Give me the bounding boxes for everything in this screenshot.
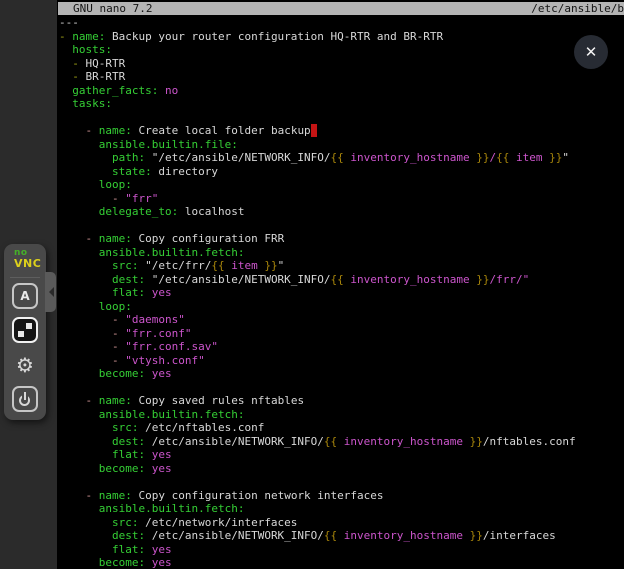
code-line: - "frr.conf.sav" [59, 340, 624, 354]
collapse-arrow-icon [49, 287, 54, 297]
code-line: gather_facts: no [59, 84, 624, 98]
code-line: - "daemons" [59, 313, 624, 327]
file-path: /etc/ansible/b [531, 2, 624, 15]
fullscreen-button[interactable] [12, 317, 38, 343]
code-line: flat: yes [59, 286, 624, 300]
code-line: - "frr" [59, 192, 624, 206]
code-line: loop: [59, 300, 624, 314]
power-icon [18, 392, 33, 407]
code-line: ansible.builtin.fetch: [59, 408, 624, 422]
code-line: dest: "/etc/ansible/NETWORK_INFO/{{ inve… [59, 273, 624, 287]
code-line: - name: Create local folder backup [59, 124, 624, 138]
code-line: ansible.builtin.file: [59, 138, 624, 152]
gear-icon: ⚙ [16, 355, 34, 375]
code-line: hosts: [59, 43, 624, 57]
novnc-control-bar: no VNC A ⚙ [4, 244, 46, 420]
code-line: delegate_to: localhost [59, 205, 624, 219]
code-line: dest: /etc/ansible/NETWORK_INFO/{{ inven… [59, 435, 624, 449]
code-line: path: "/etc/ansible/NETWORK_INFO/{{ inve… [59, 151, 624, 165]
text-cursor [311, 124, 318, 137]
code-line: src: /etc/network/interfaces [59, 516, 624, 530]
fullscreen-icon [18, 323, 32, 337]
code-line: - HQ-RTR [59, 57, 624, 71]
sidebar-strip: no VNC A ⚙ [0, 0, 57, 569]
close-icon: ✕ [585, 43, 598, 61]
code-line: become: yes [59, 462, 624, 476]
a-keycap-icon: A [20, 290, 29, 302]
code-line [59, 219, 624, 233]
control-bar-divider [10, 277, 40, 278]
code-line: flat: yes [59, 543, 624, 557]
code-line: tasks: [59, 97, 624, 111]
close-button[interactable]: ✕ [574, 35, 608, 69]
code-line: - "frr.conf" [59, 327, 624, 341]
code-line: become: yes [59, 367, 624, 381]
code-line [59, 111, 624, 125]
novnc-logo: no VNC [14, 249, 41, 269]
code-line: - name: Backup your router configuration… [59, 30, 624, 44]
code-line: - BR-RTR [59, 70, 624, 84]
code-line: flat: yes [59, 448, 624, 462]
novnc-logo-bottom: VNC [14, 258, 41, 269]
code-line: ansible.builtin.fetch: [59, 502, 624, 516]
code-line: - "vtysh.conf" [59, 354, 624, 368]
control-bar-handle[interactable] [45, 272, 56, 312]
settings-button[interactable]: ⚙ [12, 352, 38, 378]
code-line: dest: /etc/ansible/NETWORK_INFO/{{ inven… [59, 529, 624, 543]
code-line: src: /etc/nftables.conf [59, 421, 624, 435]
code-line: --- [59, 16, 624, 30]
code-line: become: yes [59, 556, 624, 569]
keyboard-button[interactable]: A [12, 283, 38, 309]
code-line: state: directory [59, 165, 624, 179]
power-button[interactable] [12, 386, 38, 412]
code-line: src: "/etc/frr/{{ item }}" [59, 259, 624, 273]
code-line: loop: [59, 178, 624, 192]
code-line: - name: Copy saved rules nftables [59, 394, 624, 408]
nano-titlebar: GNU nano 7.2 /etc/ansible/b [58, 2, 624, 15]
terminal-screen[interactable]: GNU nano 7.2 /etc/ansible/b ---- name: B… [57, 0, 624, 569]
code-line: - name: Copy configuration FRR [59, 232, 624, 246]
editor-content: ---- name: Backup your router configurat… [59, 16, 624, 569]
app-title: GNU nano 7.2 [58, 2, 152, 15]
code-line [59, 381, 624, 395]
code-line: - name: Copy configuration network inter… [59, 489, 624, 503]
code-line [59, 475, 624, 489]
code-line: ansible.builtin.fetch: [59, 246, 624, 260]
